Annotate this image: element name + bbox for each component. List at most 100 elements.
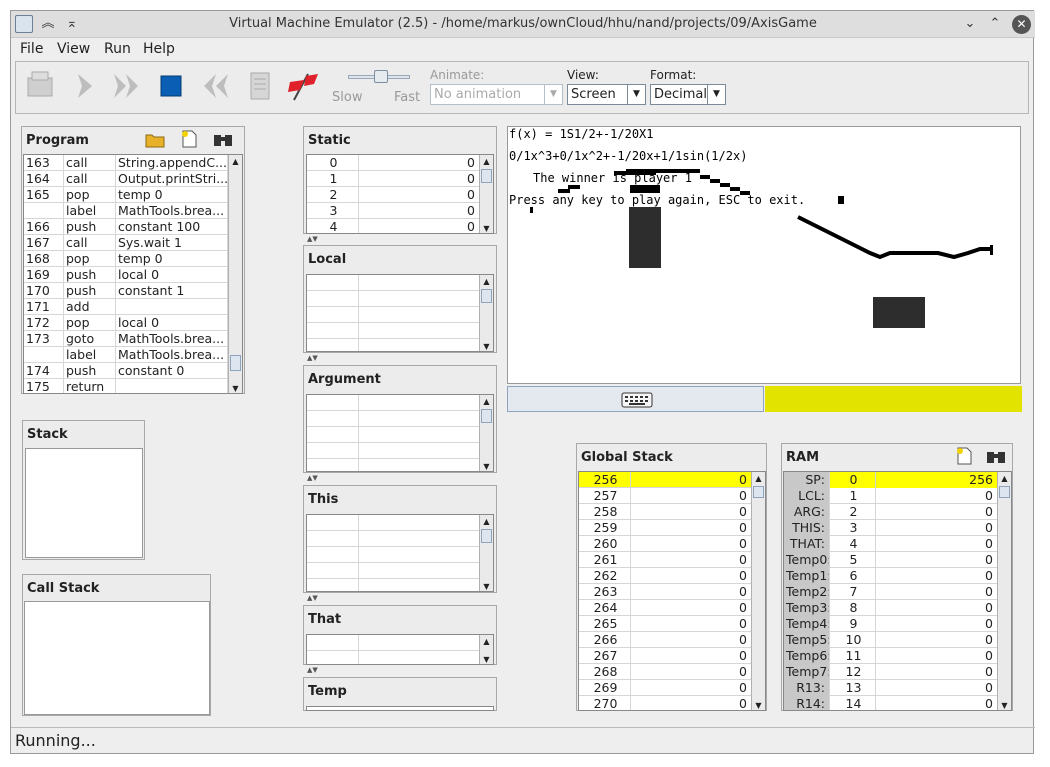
stack-value[interactable]: 0 [631, 648, 752, 664]
ram-value[interactable]: 0 [876, 568, 998, 584]
scroll-up-icon[interactable]: ▲ [480, 395, 493, 408]
vm-argument[interactable] [116, 379, 228, 393]
scroll-down-icon[interactable]: ▼ [480, 222, 493, 233]
vm-argument[interactable]: constant 0 [116, 363, 228, 379]
scroll-down-icon[interactable]: ▼ [480, 340, 493, 351]
global-stack-row[interactable]: 270 0 [579, 696, 765, 710]
program-row[interactable]: 165 pop temp 0 [24, 187, 242, 203]
global-stack-scrollbar[interactable]: ▲ ▼ [751, 472, 765, 710]
line-number[interactable]: 170 [24, 283, 64, 299]
global-stack-row[interactable]: 257 0 [579, 488, 765, 504]
segment-row[interactable] [307, 651, 493, 664]
static-value[interactable]: 0 [359, 187, 480, 203]
vm-command[interactable]: push [64, 363, 116, 379]
segment-row[interactable] [307, 307, 493, 323]
menu-run[interactable]: Run [104, 41, 131, 57]
global-stack-row[interactable]: 262 0 [579, 568, 765, 584]
ram-row[interactable]: Temp6: 11 0 [784, 648, 1011, 664]
ram-address[interactable]: 9 [830, 616, 876, 632]
ram-value[interactable]: 0 [876, 536, 998, 552]
vm-argument[interactable]: constant 100 [116, 219, 228, 235]
ram-address[interactable]: 8 [830, 600, 876, 616]
ram-value[interactable]: 0 [876, 552, 998, 568]
global-stack-row[interactable]: 267 0 [579, 648, 765, 664]
vm-argument[interactable]: temp 0 [116, 187, 228, 203]
ram-address[interactable]: 5 [830, 552, 876, 568]
chevron-down-icon[interactable]: ▼ [707, 85, 725, 104]
segment-row[interactable] [307, 459, 493, 471]
segment-row[interactable] [307, 531, 493, 547]
split-handle-icon[interactable]: ▲▼ [307, 236, 318, 243]
scroll-up-icon[interactable]: ▲ [480, 635, 493, 648]
scroll-thumb[interactable] [230, 355, 241, 371]
segment-value[interactable] [359, 411, 480, 427]
stack-address[interactable]: 256 [579, 472, 631, 488]
scroll-down-icon[interactable]: ▼ [480, 653, 493, 664]
program-row[interactable]: 163 call String.appendC... [24, 155, 242, 171]
static-index[interactable]: 4 [307, 219, 359, 233]
ram-address[interactable]: 11 [830, 648, 876, 664]
ram-address[interactable]: 3 [830, 520, 876, 536]
ram-value[interactable]: 0 [876, 632, 998, 648]
that-scrollbar[interactable]: ▲ ▼ [479, 635, 493, 664]
static-value[interactable]: 0 [359, 219, 480, 233]
ram-row[interactable]: Temp2: 7 0 [784, 584, 1011, 600]
ram-value[interactable]: 0 [876, 680, 998, 696]
ram-value[interactable]: 0 [876, 504, 998, 520]
stack-address[interactable]: 257 [579, 488, 631, 504]
ram-row[interactable]: Temp1: 6 0 [784, 568, 1011, 584]
ram-value[interactable]: 0 [876, 488, 998, 504]
stack-value[interactable]: 0 [631, 472, 752, 488]
ram-value[interactable]: 0 [876, 600, 998, 616]
segment-index[interactable] [307, 651, 359, 664]
ram-row[interactable]: SP: 0 256 [784, 472, 1011, 488]
this-scrollbar[interactable]: ▲ ▼ [479, 515, 493, 591]
vm-command[interactable]: call [64, 171, 116, 187]
menu-view[interactable]: View [57, 41, 90, 57]
ram-value[interactable]: 0 [876, 664, 998, 680]
ram-row[interactable]: Temp3: 8 0 [784, 600, 1011, 616]
static-index[interactable]: 2 [307, 187, 359, 203]
program-row[interactable]: 167 call Sys.wait 1 [24, 235, 242, 251]
ram-row[interactable]: Temp0: 5 0 [784, 552, 1011, 568]
ram-row[interactable]: THIS: 3 0 [784, 520, 1011, 536]
new-file-icon[interactable] [178, 129, 200, 149]
stack-address[interactable]: 260 [579, 536, 631, 552]
scroll-up-icon[interactable]: ▲ [752, 472, 765, 485]
stack-address[interactable]: 267 [579, 648, 631, 664]
vm-argument[interactable]: Output.printStri... [116, 171, 228, 187]
segment-row[interactable] [307, 323, 493, 339]
scroll-thumb[interactable] [481, 289, 492, 303]
ram-address[interactable]: 6 [830, 568, 876, 584]
scroll-up-icon[interactable]: ▲ [480, 515, 493, 528]
global-stack-row[interactable]: 260 0 [579, 536, 765, 552]
vm-command[interactable]: goto [64, 331, 116, 347]
line-number[interactable]: 163 [24, 155, 64, 171]
chevron-down-icon[interactable]: ▼ [627, 85, 645, 104]
vm-command[interactable]: pop [64, 315, 116, 331]
ram-address[interactable]: 4 [830, 536, 876, 552]
ram-row[interactable]: ARG: 2 0 [784, 504, 1011, 520]
vm-argument[interactable]: temp 0 [116, 251, 228, 267]
program-scrollbar[interactable]: ▲ ▼ [228, 155, 242, 393]
menu-help[interactable]: Help [143, 41, 175, 57]
ram-row[interactable]: R14: 14 0 [784, 696, 1011, 710]
segment-value[interactable] [359, 275, 480, 291]
speed-slider[interactable] [348, 70, 410, 84]
scroll-thumb[interactable] [481, 529, 492, 543]
ram-address[interactable]: 1 [830, 488, 876, 504]
vm-command[interactable]: return [64, 379, 116, 393]
ram-value[interactable]: 0 [876, 584, 998, 600]
program-row[interactable]: 174 push constant 0 [24, 363, 242, 379]
segment-index[interactable] [307, 395, 359, 411]
global-stack-row[interactable]: 256 0 [579, 472, 765, 488]
stack-address[interactable]: 259 [579, 520, 631, 536]
stop-icon[interactable] [153, 68, 189, 104]
segment-row[interactable] [307, 427, 493, 443]
vm-argument[interactable]: Sys.wait 1 [116, 235, 228, 251]
vm-argument[interactable]: MathTools.brea... [116, 331, 228, 347]
scroll-up-icon[interactable]: ▲ [229, 155, 242, 168]
global-stack-row[interactable]: 259 0 [579, 520, 765, 536]
format-select[interactable]: Decimal ▼ [650, 84, 726, 105]
maximize-icon[interactable]: ⌃ [986, 15, 1004, 33]
